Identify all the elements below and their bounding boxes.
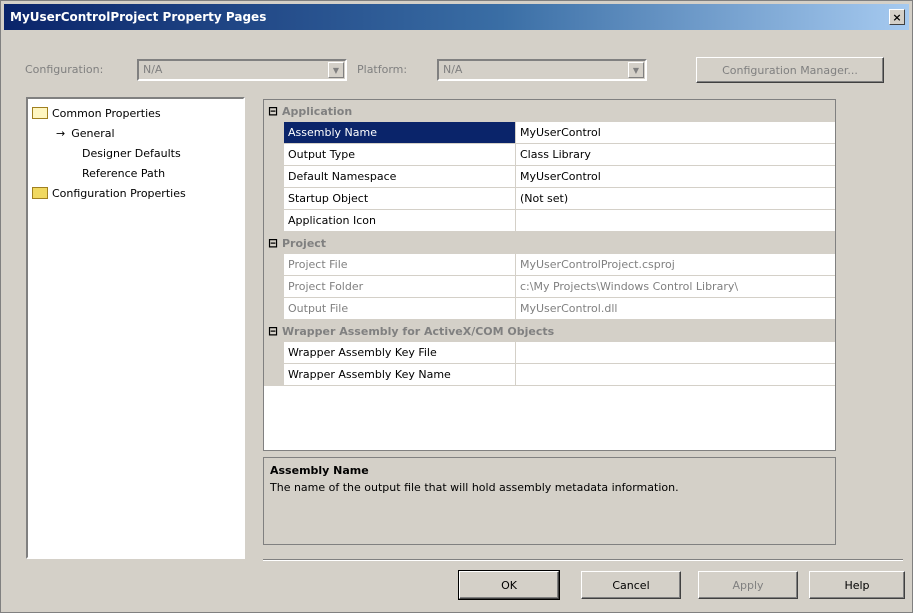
property-name[interactable]: Output Type	[284, 144, 516, 166]
property-value[interactable]	[516, 342, 835, 364]
title-bar: MyUserControlProject Property Pages ×	[4, 4, 909, 30]
folder-icon	[32, 187, 48, 199]
property-row-project-folder[interactable]: Project Folder c:\My Projects\Windows Co…	[264, 276, 835, 298]
category-label: Project	[282, 236, 327, 250]
tree-item-label: Configuration Properties	[52, 186, 186, 200]
arrow-icon: →	[56, 126, 66, 140]
property-name[interactable]: Output File	[284, 298, 516, 320]
collapse-icon[interactable]: ⊟	[264, 236, 282, 250]
tree-item-configuration-properties[interactable]: Configuration Properties	[32, 185, 186, 201]
property-value[interactable]	[516, 364, 835, 386]
property-row-output-file[interactable]: Output File MyUserControl.dll	[264, 298, 835, 320]
property-row-wrapper-key-name[interactable]: Wrapper Assembly Key Name	[264, 364, 835, 386]
property-value[interactable]: MyUserControl	[516, 166, 835, 188]
tree-item-common-properties[interactable]: Common Properties	[32, 105, 161, 121]
tree-item-label: Designer Defaults	[82, 146, 181, 160]
property-name[interactable]: Application Icon	[284, 210, 516, 232]
cancel-button[interactable]: Cancel	[581, 571, 681, 599]
property-value[interactable]: Class Library	[516, 144, 835, 166]
property-row-project-file[interactable]: Project File MyUserControlProject.csproj	[264, 254, 835, 276]
help-button[interactable]: Help	[809, 571, 905, 599]
platform-dropdown[interactable]: N/A ▼	[437, 59, 647, 81]
tree-item-reference-path[interactable]: Reference Path	[82, 165, 165, 181]
platform-value: N/A	[443, 63, 463, 76]
property-name[interactable]: Default Namespace	[284, 166, 516, 188]
category-label: Application	[282, 104, 353, 118]
close-button[interactable]: ×	[889, 9, 905, 25]
property-value[interactable]: c:\My Projects\Windows Control Library\	[516, 276, 835, 298]
property-pages-dialog: MyUserControlProject Property Pages × Co…	[0, 0, 913, 613]
category-application[interactable]: ⊟ Application	[264, 100, 835, 122]
property-value[interactable]: MyUserControl	[516, 122, 835, 144]
property-grid: ⊟ Application Assembly Name MyUserContro…	[263, 99, 836, 451]
tree-item-general[interactable]: → General	[56, 125, 115, 141]
tree-item-label: Reference Path	[82, 166, 166, 180]
property-name[interactable]: Startup Object	[284, 188, 516, 210]
property-row-application-icon[interactable]: Application Icon	[264, 210, 835, 232]
collapse-icon[interactable]: ⊟	[264, 104, 282, 118]
tree-item-designer-defaults[interactable]: Designer Defaults	[82, 145, 181, 161]
property-name[interactable]: Wrapper Assembly Key Name	[284, 364, 516, 386]
property-name[interactable]: Wrapper Assembly Key File	[284, 342, 516, 364]
tree-item-label: General	[71, 126, 115, 140]
property-row-output-type[interactable]: Output Type Class Library	[264, 144, 835, 166]
open-folder-icon	[32, 107, 48, 119]
platform-label: Platform:	[357, 63, 408, 76]
property-row-startup-object[interactable]: Startup Object (Not set)	[264, 188, 835, 210]
chevron-down-icon: ▼	[628, 62, 644, 78]
configuration-manager-button[interactable]: Configuration Manager...	[696, 57, 884, 83]
window-title: MyUserControlProject Property Pages	[10, 10, 267, 24]
apply-button[interactable]: Apply	[698, 571, 798, 599]
description-text: The name of the output file that will ho…	[270, 481, 679, 494]
chevron-down-icon: ▼	[328, 62, 344, 78]
configuration-value: N/A	[143, 63, 163, 76]
category-wrapper-assembly[interactable]: ⊟ Wrapper Assembly for ActiveX/COM Objec…	[264, 320, 835, 342]
property-value[interactable]: (Not set)	[516, 188, 835, 210]
category-label: Wrapper Assembly for ActiveX/COM Objects	[282, 324, 555, 338]
property-row-assembly-name[interactable]: Assembly Name MyUserControl	[264, 122, 835, 144]
property-value[interactable]: MyUserControlProject.csproj	[516, 254, 835, 276]
collapse-icon[interactable]: ⊟	[264, 324, 282, 338]
property-name[interactable]: Project Folder	[284, 276, 516, 298]
property-value[interactable]	[516, 210, 835, 232]
property-row-wrapper-key-file[interactable]: Wrapper Assembly Key File	[264, 342, 835, 364]
property-value[interactable]: MyUserControl.dll	[516, 298, 835, 320]
separator	[263, 559, 903, 561]
configuration-dropdown[interactable]: N/A ▼	[137, 59, 347, 81]
ok-button[interactable]: OK	[458, 570, 560, 600]
property-row-default-namespace[interactable]: Default Namespace MyUserControl	[264, 166, 835, 188]
property-name[interactable]: Assembly Name	[284, 122, 516, 144]
description-title: Assembly Name	[270, 464, 369, 477]
property-name[interactable]: Project File	[284, 254, 516, 276]
description-pane: Assembly Name The name of the output fil…	[263, 457, 836, 545]
tree-item-label: Common Properties	[52, 106, 161, 120]
property-tree: Common Properties → General Designer Def…	[26, 97, 245, 559]
configuration-label: Configuration:	[25, 63, 104, 76]
category-project[interactable]: ⊟ Project	[264, 232, 835, 254]
